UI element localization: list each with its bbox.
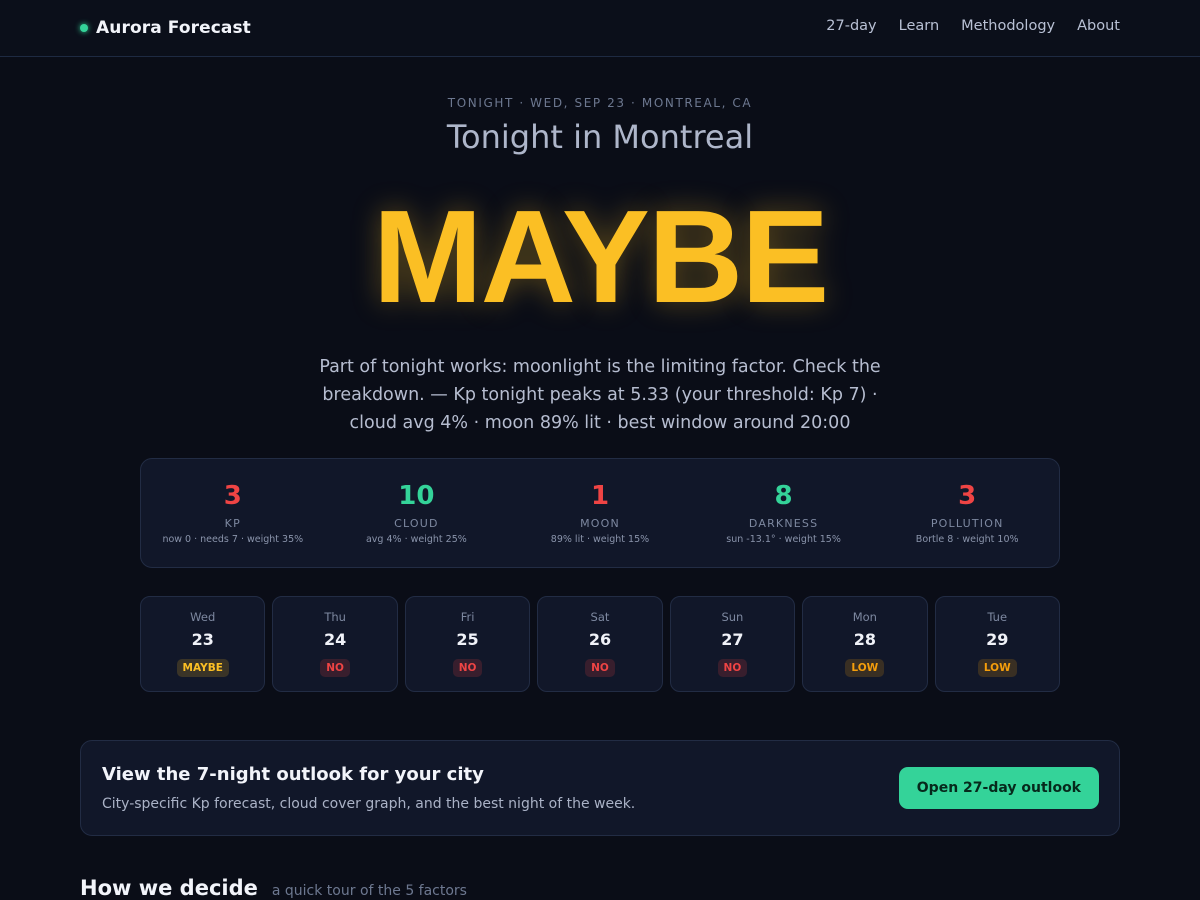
factor-moon: 1 MOON 89% lit · weight 15% xyxy=(508,459,692,567)
status-badge: NO xyxy=(585,659,615,677)
day-card-sun[interactable]: Sun 27 NO xyxy=(669,596,796,692)
day-number: 29 xyxy=(986,630,1009,649)
factor-label: MOON xyxy=(580,517,620,530)
day-card-sat[interactable]: Sat 26 NO xyxy=(537,596,663,692)
day-name: Fri xyxy=(460,610,475,624)
status-badge: LOW xyxy=(977,659,1017,677)
day-card-wed[interactable]: Wed 23 MAYBE xyxy=(140,596,266,692)
day-name: Thu xyxy=(324,610,346,624)
status-badge: NO xyxy=(717,659,748,677)
factor-pollution: 3 POLLUTION Bortle 8 · weight 10% xyxy=(875,459,1059,567)
day-name: Wed xyxy=(190,610,216,624)
section-title: How we decide xyxy=(80,876,258,900)
factor-label: KP xyxy=(224,517,241,530)
day-name: Mon xyxy=(852,610,877,624)
nav-link-learn[interactable]: Learn xyxy=(899,18,940,34)
day-name: Sat xyxy=(590,610,610,624)
day-card-thu[interactable]: Thu 24 NO xyxy=(272,596,398,692)
factor-score: 3 xyxy=(223,481,242,511)
day-card-fri[interactable]: Fri 25 NO xyxy=(404,596,531,692)
status-badge: NO xyxy=(452,659,483,677)
cta-subtitle: City-specific Kp forecast, cloud cover g… xyxy=(102,796,636,812)
factor-detail: avg 4% · weight 25% xyxy=(365,534,467,545)
nav-link-about[interactable]: About xyxy=(1077,18,1120,34)
section-heading: How we decide a quick tour of the 5 fact… xyxy=(80,876,467,900)
day-number: 28 xyxy=(853,630,876,649)
nav-link-methodology[interactable]: Methodology xyxy=(961,18,1055,34)
brand-logo[interactable]: Aurora Forecast xyxy=(80,17,251,39)
factor-detail: 89% lit · weight 15% xyxy=(550,534,650,545)
cta-title: View the 7-night outlook for your city xyxy=(102,764,484,785)
status-badge: NO xyxy=(320,659,350,677)
factor-darkness: 8 DARKNESS sun -13.1° · weight 15% xyxy=(692,459,876,567)
day-number: 25 xyxy=(456,630,479,649)
factor-score: 1 xyxy=(590,481,610,511)
status-badge: MAYBE xyxy=(176,659,229,677)
day-card-mon[interactable]: Mon 28 LOW xyxy=(802,596,928,692)
factor-detail: now 0 · needs 7 · weight 35% xyxy=(162,534,304,545)
day-name: Sun xyxy=(721,610,744,624)
brand-name[interactable]: Aurora Forecast xyxy=(96,18,251,38)
verdict-text: MAYBE xyxy=(372,183,830,330)
status-dot-icon xyxy=(80,24,88,32)
factor-detail: Bortle 8 · weight 10% xyxy=(915,534,1019,545)
main-nav: 27-day Learn Methodology About xyxy=(826,18,1120,34)
factor-score: 3 xyxy=(958,481,977,511)
factor-label: CLOUD xyxy=(394,517,439,530)
day-number: 26 xyxy=(588,630,612,649)
day-number: 23 xyxy=(191,630,214,649)
page-title: Tonight in Montreal xyxy=(446,118,754,156)
factor-score: 10 xyxy=(398,481,435,511)
factor-detail: sun -13.1° · weight 15% xyxy=(726,534,841,545)
day-name: Tue xyxy=(987,610,1008,624)
status-badge: LOW xyxy=(845,659,885,677)
date-location-eyebrow: TONIGHT · WED, SEP 23 · MONTREAL, CA xyxy=(447,96,753,110)
day-card-tue[interactable]: Tue 29 LOW xyxy=(934,596,1060,692)
factor-label: POLLUTION xyxy=(930,517,1004,530)
nav-link-27-day[interactable]: 27-day xyxy=(826,18,876,34)
open-outlook-button[interactable]: Open 27-day outlook xyxy=(898,767,1099,809)
section-subtitle: a quick tour of the 5 factors xyxy=(271,883,467,899)
outlook-cta-card: View the 7-night outlook for your city C… xyxy=(80,740,1120,836)
day-number: 27 xyxy=(721,630,744,649)
factor-label: DARKNESS xyxy=(748,517,819,530)
factor-kp: 3 KP now 0 · needs 7 · weight 35% xyxy=(141,459,325,567)
factor-breakdown-panel: 3 KP now 0 · needs 7 · weight 35% 10 CLO… xyxy=(140,458,1060,568)
factor-score: 8 xyxy=(774,481,793,511)
verdict-summary: Part of tonight works: moonlight is the … xyxy=(319,357,881,433)
week-day-strip: Wed 23 MAYBE Thu 24 NO Fri 25 NO Sat 26 … xyxy=(140,596,1060,692)
factor-cloud: 10 CLOUD avg 4% · weight 25% xyxy=(325,459,509,567)
top-navbar: Aurora Forecast 27-day Learn Methodology… xyxy=(0,0,1200,57)
day-number: 24 xyxy=(324,630,347,649)
